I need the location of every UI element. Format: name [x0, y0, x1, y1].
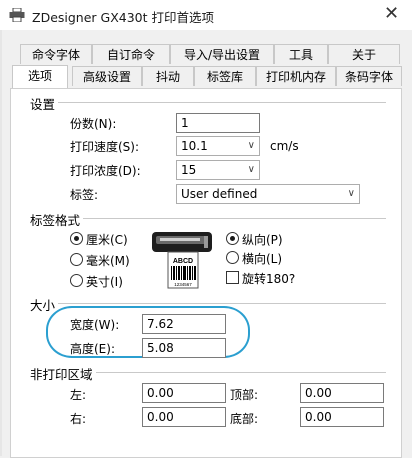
- window-left-edge: [0, 30, 2, 456]
- unit-mm-radio[interactable]: [70, 253, 83, 266]
- label-stock-label: 标签:: [70, 188, 99, 202]
- tab-tools[interactable]: 工具: [274, 44, 328, 64]
- tab-dithering[interactable]: 抖动: [142, 66, 194, 86]
- unit-cm-radio[interactable]: [70, 232, 83, 245]
- tab-import-export[interactable]: 导入/导出设置: [170, 44, 274, 64]
- height-label: 高度(E):: [70, 342, 115, 356]
- orientation-landscape-radio[interactable]: [226, 251, 239, 264]
- speed-unit: cm/s: [270, 139, 299, 153]
- nonprint-group-label: 非打印区域: [30, 364, 96, 383]
- chevron-down-icon: ∨: [247, 140, 255, 151]
- right-margin-label: 右:: [70, 412, 87, 426]
- speed-value: 10.1: [181, 139, 208, 153]
- label-stock-value: User defined: [181, 187, 258, 201]
- window-title: ZDesigner GX430t 打印首选项: [32, 10, 215, 25]
- rotate-180-checkbox[interactable]: [226, 271, 239, 284]
- label-stock-select[interactable]: User defined ∨: [176, 184, 360, 204]
- tab-printer-memory[interactable]: 打印机内存: [256, 66, 336, 86]
- copies-input[interactable]: 1: [176, 113, 260, 133]
- unit-mm-label: 毫米(M): [86, 254, 130, 268]
- tab-label-library[interactable]: 标签库: [194, 66, 256, 86]
- darkness-label: 打印浓度(D):: [70, 164, 141, 178]
- label-format-group-label: 标签格式: [30, 210, 84, 229]
- label-printer-illustration: ABCD 1234567: [152, 232, 212, 289]
- darkness-select[interactable]: 15 ∨: [176, 160, 260, 180]
- speed-select[interactable]: 10.1 ∨: [176, 136, 260, 156]
- top-margin-label: 顶部:: [230, 388, 259, 402]
- nonprint-divider: [96, 372, 386, 373]
- chevron-down-icon: ∨: [247, 164, 255, 175]
- width-label: 宽度(W):: [70, 318, 120, 332]
- settings-group-label: 设置: [30, 94, 59, 113]
- size-divider: [58, 303, 386, 304]
- bottom-margin-label: 底部:: [230, 412, 259, 426]
- unit-inch-radio[interactable]: [70, 274, 83, 287]
- tab-options[interactable]: 选项: [12, 65, 68, 88]
- tab-custom-commands[interactable]: 自订命令: [92, 44, 170, 64]
- orientation-portrait-radio[interactable]: [226, 232, 239, 245]
- tab-about[interactable]: 关于: [328, 44, 400, 64]
- chevron-down-icon: ∨: [347, 188, 355, 199]
- height-input[interactable]: 5.08: [142, 338, 226, 358]
- speed-label: 打印速度(S):: [70, 140, 140, 154]
- printer-icon: [9, 8, 25, 22]
- top-margin-input[interactable]: 0.00: [300, 383, 384, 403]
- unit-inch-label: 英寸(I): [86, 275, 123, 289]
- darkness-value: 15: [181, 163, 197, 177]
- tab-advanced[interactable]: 高级设置: [72, 66, 142, 86]
- title-bar: ZDesigner GX430t 打印首选项 ✕: [0, 0, 412, 30]
- rotate-180-label: 旋转180?: [242, 272, 296, 286]
- printer-label-number: 1234567: [174, 282, 192, 287]
- width-input[interactable]: 7.62: [142, 314, 226, 334]
- settings-divider: [56, 102, 386, 103]
- right-margin-input[interactable]: 0.00: [142, 407, 226, 427]
- left-margin-label: 左:: [70, 388, 87, 402]
- orientation-portrait-label: 纵向(P): [242, 233, 283, 247]
- bottom-margin-input[interactable]: 0.00: [300, 407, 384, 427]
- left-margin-input[interactable]: 0.00: [142, 383, 226, 403]
- close-icon[interactable]: ✕: [384, 3, 399, 24]
- tab-barcode-fonts[interactable]: 条码字体: [336, 66, 402, 86]
- printer-label-text: ABCD: [173, 258, 193, 265]
- label-format-divider: [82, 218, 386, 219]
- tab-command-fonts[interactable]: 命令字体: [20, 44, 92, 64]
- unit-cm-label: 厘米(C): [86, 233, 128, 247]
- orientation-landscape-label: 横向(L): [242, 252, 283, 266]
- copies-label: 份数(N):: [70, 117, 117, 131]
